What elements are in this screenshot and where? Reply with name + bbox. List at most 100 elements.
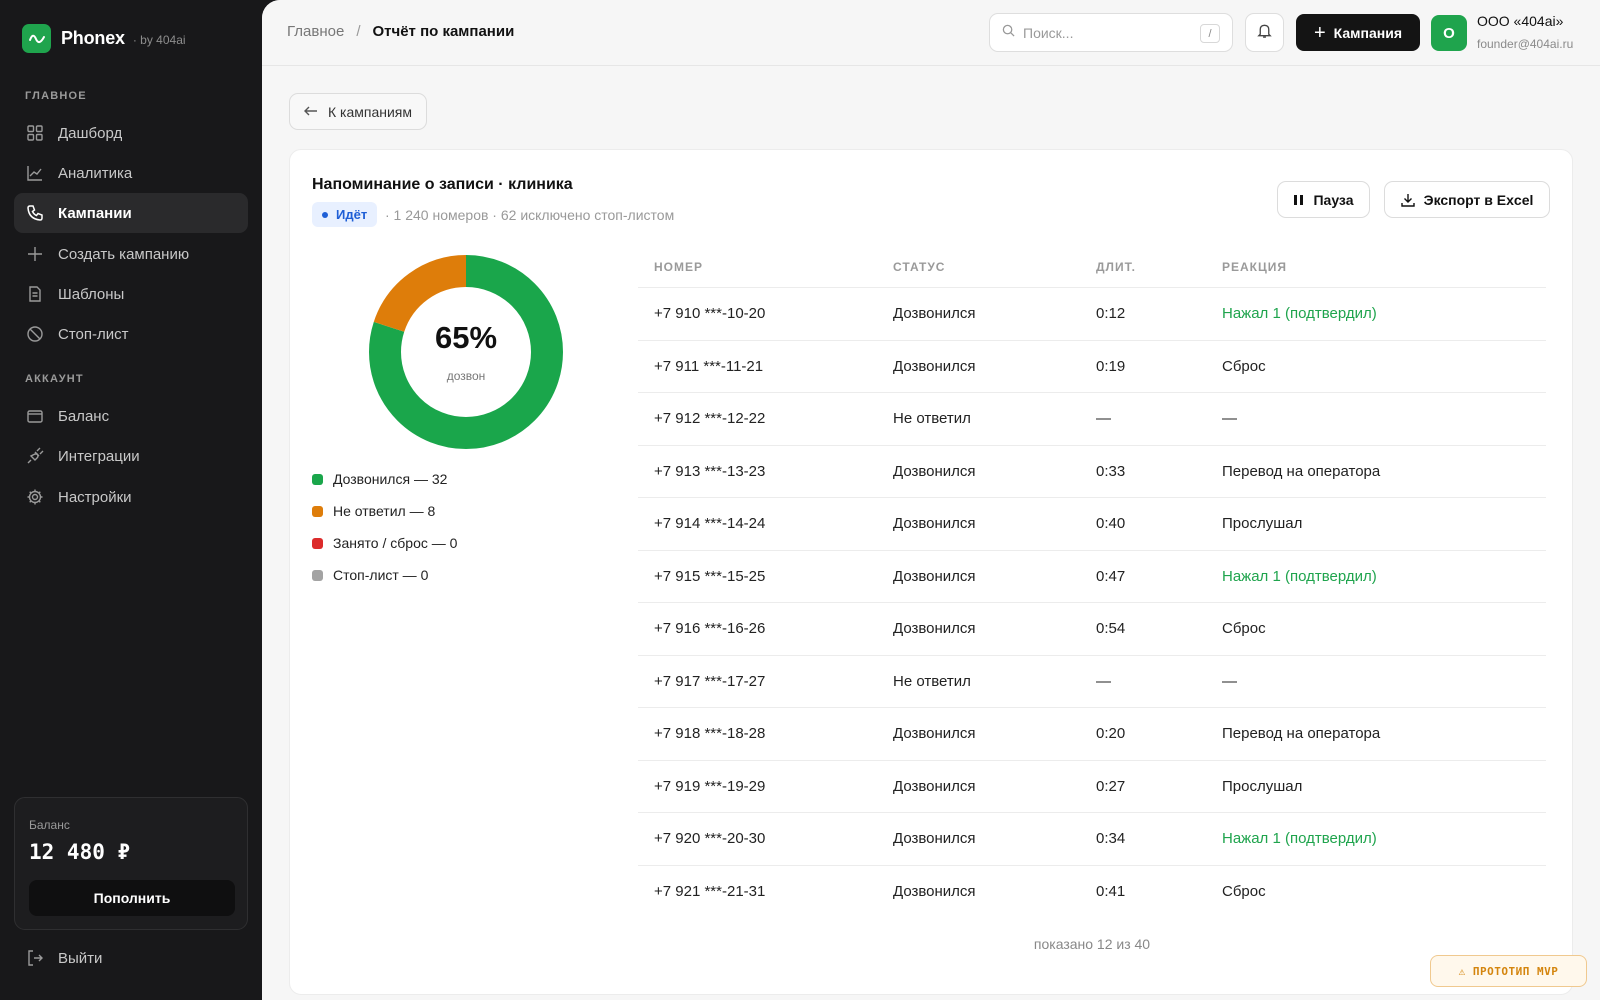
cell-status: Дозвонился	[893, 567, 976, 585]
cell-reaction: Сброс	[1222, 357, 1266, 375]
cell-reaction: Сброс	[1222, 620, 1266, 638]
plug-icon	[26, 447, 44, 465]
table-body: +7 910 ***-10-20 Дозвонился 0:12 Нажал 1 (п…	[638, 288, 1546, 918]
cell-number: +7 919 ***-19-29	[654, 777, 766, 795]
new-campaign-button[interactable]: + Кампания	[1296, 14, 1420, 51]
cell-number: +7 916 ***-16-26	[654, 620, 766, 638]
breadcrumb-home[interactable]: Главное	[287, 23, 344, 40]
table-row[interactable]: +7 915 ***-15-25 Дозвонился 0:47 Нажал 1 (п…	[638, 551, 1546, 603]
sidebar-item-campaigns[interactable]: Кампании	[14, 193, 248, 233]
cell-duration: 0:34	[1096, 830, 1126, 848]
table-row[interactable]: +7 916 ***-16-26 Дозвонился 0:54 Сброс	[638, 603, 1546, 656]
campaign-title: Напоминание о записи · клиника	[312, 176, 573, 193]
bell-icon	[1256, 22, 1273, 44]
plus-icon: +	[1313, 21, 1326, 44]
cell-duration: 0:27	[1096, 777, 1126, 795]
cell-reaction: Прослушал	[1222, 777, 1303, 795]
table-row[interactable]: +7 921 ***-21-31 Дозвонился 0:41 Сброс	[638, 866, 1546, 919]
column-header-number[interactable]: НОМЕР	[638, 260, 893, 274]
cell-status: Дозвонился	[893, 462, 976, 480]
legend-swatch	[312, 473, 323, 485]
table-row[interactable]: +7 917 ***-17-27 Не ответил — —	[638, 656, 1546, 708]
pagination-info: показано 12 из 40	[1033, 936, 1151, 952]
table-row[interactable]: +7 910 ***-10-20 Дозвонился 0:12 Нажал 1 (п…	[638, 288, 1546, 341]
prototype-badge: ⚠ ПРОТОТИП MVP	[1430, 955, 1587, 987]
search-input[interactable]	[1023, 24, 1193, 41]
export-excel-button[interactable]: Экспорт в Excel	[1384, 181, 1550, 218]
topup-button[interactable]: Пополнить	[29, 880, 235, 916]
notifications-button[interactable]	[1245, 13, 1284, 52]
table-row[interactable]: +7 912 ***-12-22 Не ответил — —	[638, 393, 1546, 446]
cell-number: +7 913 ***-13-23	[654, 462, 766, 480]
balance-label: Баланс	[29, 818, 70, 832]
sidebar-item-integrations[interactable]: Интеграции	[14, 436, 248, 476]
ban-icon	[26, 325, 44, 343]
column-header-duration[interactable]: ДЛИТ.	[1096, 260, 1222, 274]
legend-label: Стоп-лист — 0	[333, 567, 429, 583]
sidebar-item-analytics[interactable]: Аналитика	[14, 153, 248, 193]
sidebar-item-balance[interactable]: Баланс	[14, 396, 248, 436]
sidebar-item-create-campaign[interactable]: Создать кампанию	[14, 234, 248, 274]
cell-reaction: —	[1222, 410, 1237, 428]
table-row[interactable]: +7 920 ***-20-30 Дозвонился 0:34 Нажал 1 (п…	[638, 813, 1546, 866]
legend-item: Дозвонился — 32	[312, 463, 457, 495]
cell-reaction: Перевод на оператора	[1222, 725, 1381, 743]
sidebar-item-settings[interactable]: Настройки	[14, 477, 248, 517]
logout-button[interactable]: Выйти	[26, 949, 102, 967]
brand-sub: · by 404ai	[132, 33, 186, 47]
cell-number: +7 915 ***-15-25	[654, 567, 766, 585]
table-row[interactable]: +7 911 ***-11-21 Дозвонился 0:19 Сброс	[638, 341, 1546, 393]
donut-legend: Дозвонился — 32 Не ответил — 8 Занято / сб…	[312, 463, 457, 591]
table-row[interactable]: +7 914 ***-14-24 Дозвонился 0:40 Прослушал	[638, 498, 1546, 551]
legend-label: Не ответил — 8	[333, 503, 436, 519]
pause-button[interactable]: Пауза	[1277, 181, 1370, 218]
status-badge: Идёт	[312, 202, 378, 227]
cell-status: Не ответил	[893, 672, 971, 690]
brand-name: Phonex	[61, 28, 125, 48]
cell-status: Дозвонился	[893, 725, 976, 743]
cell-number: +7 912 ***-12-22	[654, 410, 766, 428]
donut-percent: 65%	[434, 320, 498, 355]
avatar[interactable]: О	[1431, 15, 1467, 51]
phone-icon	[26, 204, 44, 222]
donut-chart: 65% дозвон	[368, 254, 564, 450]
sidebar-item-label: Кампании	[58, 204, 132, 222]
legend-label: Занято / сброс — 0	[333, 535, 458, 551]
document-icon	[26, 285, 44, 303]
back-to-campaigns-button[interactable]: К кампаниям	[289, 93, 428, 130]
table-row[interactable]: +7 913 ***-13-23 Дозвонился 0:33 Перевод на…	[638, 446, 1546, 498]
back-label: К кампаниям	[328, 103, 413, 120]
export-label: Экспорт в Excel	[1423, 191, 1534, 208]
cell-duration: 0:19	[1096, 357, 1126, 375]
sidebar-item-dashboard[interactable]: Дашборд	[14, 113, 248, 153]
column-header-reaction[interactable]: РЕАКЦИЯ	[1222, 260, 1546, 274]
cell-duration: 0:12	[1096, 305, 1126, 323]
cell-reaction: Сброс	[1222, 883, 1266, 901]
nav-section-account: АККАУНТ	[25, 373, 84, 385]
table-row[interactable]: +7 918 ***-18-28 Дозвонился 0:20 Перевод на…	[638, 708, 1546, 761]
plus-icon	[26, 245, 44, 263]
sidebar-item-label: Настройки	[58, 488, 132, 506]
breadcrumb: Главное / Отчёт по кампании	[287, 23, 514, 40]
cell-duration: 0:40	[1096, 515, 1126, 533]
org-email: founder@404ai.ru	[1477, 37, 1574, 51]
table-row[interactable]: +7 919 ***-19-29 Дозвонился 0:27 Прослушал	[638, 761, 1546, 813]
logout-icon	[26, 949, 44, 967]
sidebar-item-templates[interactable]: Шаблоны	[14, 274, 248, 314]
cell-reaction: Нажал 1 (подтвердил)	[1222, 830, 1377, 848]
cell-status: Дозвонился	[893, 515, 976, 533]
sidebar-item-label: Баланс	[58, 407, 110, 425]
search-box: /	[989, 13, 1233, 52]
status-label: Идёт	[336, 207, 368, 222]
cell-number: +7 917 ***-17-27	[654, 672, 766, 690]
cell-duration: 0:54	[1096, 620, 1126, 638]
pause-label: Пауза	[1313, 191, 1354, 208]
brand[interactable]: Phonex · by 404ai	[22, 24, 186, 53]
cell-status: Дозвонился	[893, 777, 976, 795]
legend-item: Стоп-лист — 0	[312, 559, 457, 591]
new-campaign-label: Кампания	[1333, 24, 1403, 41]
sidebar-item-stoplist[interactable]: Стоп-лист	[14, 314, 248, 354]
main-panel: Главное / Отчёт по кампании / + Кампания…	[262, 0, 1600, 1000]
column-header-status[interactable]: СТАТУС	[893, 260, 1096, 274]
sidebar-item-label: Дашборд	[58, 124, 123, 142]
